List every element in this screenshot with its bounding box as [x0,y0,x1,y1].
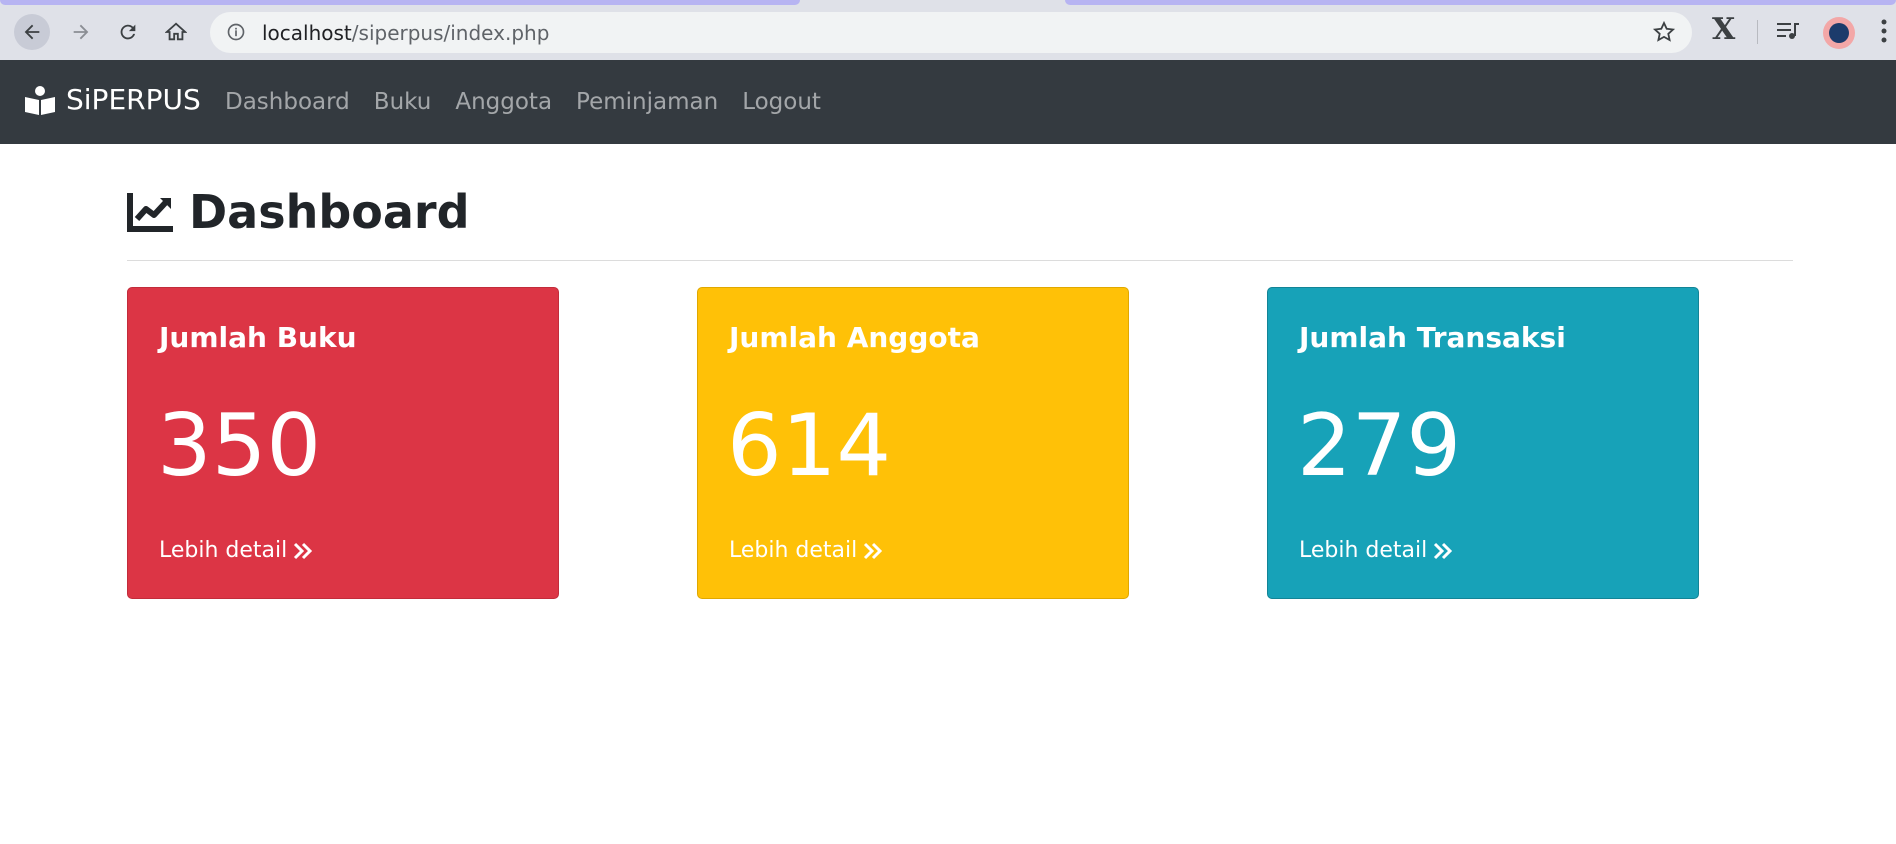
page-title: Dashboard [127,185,470,239]
home-button[interactable] [158,14,194,50]
double-chevron-right-icon [1434,542,1453,559]
card-title: Jumlah Anggota [729,321,980,354]
star-icon[interactable] [1652,20,1676,49]
card-detail-label: Lebih detail [729,538,858,563]
nav-link-dashboard[interactable]: Dashboard [225,89,350,115]
card-title: Jumlah Buku [159,321,357,354]
media-queue-icon[interactable] [1775,19,1801,48]
card-detail-label: Lebih detail [1299,538,1428,563]
card-value: 350 [157,396,322,496]
nav-links: Dashboard Buku Anggota Peminjaman Logout [225,89,845,115]
kebab-menu-icon[interactable] [1880,18,1888,49]
stat-card-transaksi: Jumlah Transaksi 279 Lebih detail [1267,287,1699,599]
url-path: /siperpus/index.php [351,21,550,45]
address-bar[interactable]: localhost/siperpus/index.php [210,12,1692,53]
nav-link-anggota[interactable]: Anggota [455,89,552,115]
brand-name: SiPERPUS [66,83,201,116]
back-button[interactable] [14,14,50,50]
nav-link-peminjaman[interactable]: Peminjaman [576,89,718,115]
tab-indicator [1065,0,1896,5]
card-value: 279 [1297,396,1462,496]
double-chevron-right-icon [864,542,883,559]
url-host: localhost [262,21,352,45]
tab-indicator [0,0,800,5]
forward-button[interactable] [63,14,99,50]
url-text[interactable]: localhost/siperpus/index.php [262,21,549,45]
app-navbar: SiPERPUS Dashboard Buku Anggota Peminjam… [0,60,1896,144]
card-detail-label: Lebih detail [159,538,288,563]
profile-avatar[interactable] [1823,17,1855,49]
card-detail-link[interactable]: Lebih detail [729,538,883,563]
nav-link-logout[interactable]: Logout [742,89,821,115]
card-value: 614 [727,396,892,496]
nav-link-buku[interactable]: Buku [374,89,432,115]
stat-card-anggota: Jumlah Anggota 614 Lebih detail [697,287,1129,599]
browser-toolbar: localhost/siperpus/index.php X [0,0,1896,60]
arrow-right-icon [73,24,89,40]
header-divider [127,260,1793,261]
arrow-left-icon [24,24,40,40]
toolbar-separator [1757,20,1758,44]
extension-x-button[interactable]: X [1712,12,1735,47]
reload-icon [120,24,136,40]
card-detail-link[interactable]: Lebih detail [159,538,313,563]
reader-book-icon [25,85,55,115]
stat-card-buku: Jumlah Buku 350 Lebih detail [127,287,559,599]
avatar-image [1829,23,1849,43]
chart-line-icon [127,193,173,232]
navbar-brand[interactable]: SiPERPUS [24,83,201,116]
page-heading: Dashboard [189,185,470,239]
card-title: Jumlah Transaksi [1299,321,1566,354]
info-icon[interactable] [226,22,246,47]
card-detail-link[interactable]: Lebih detail [1299,538,1453,563]
double-chevron-right-icon [294,542,313,559]
reload-button[interactable] [110,14,146,50]
home-icon [165,22,187,41]
